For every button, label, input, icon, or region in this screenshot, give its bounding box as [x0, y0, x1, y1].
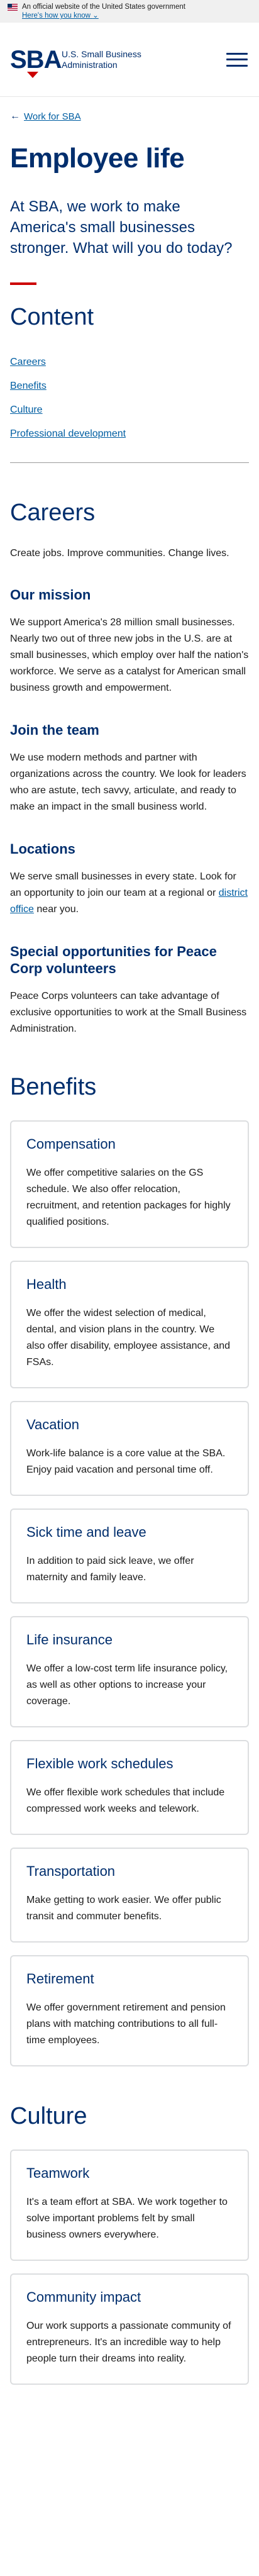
main-content: ← Work for SBA Employee life At SBA, we …: [0, 111, 259, 2385]
card-text: We offer a low-cost term life insurance …: [26, 1663, 228, 1707]
section-divider: [10, 462, 249, 463]
how-you-know-toggle[interactable]: Here's how you know ⌄: [8, 11, 251, 20]
peace-corps-block: Special opportunities for Peace Corp vol…: [10, 943, 249, 1037]
agency-name: U.S. Small Business Administration: [62, 49, 141, 70]
sba-logo-letters: SBA: [10, 45, 62, 74]
culture-cards: Teamwork It's a team effort at SBA. We wo…: [10, 2149, 249, 2385]
peace-corps-text: Peace Corps volunteers can take advantag…: [10, 991, 247, 1034]
page-lead: At SBA, we work to make America's small …: [10, 198, 233, 257]
benefits-cards: Compensation We offer competitive salarie…: [10, 1120, 249, 2066]
toc-link-benefits[interactable]: Benefits: [10, 381, 47, 391]
card-title: Flexible work schedules: [26, 1756, 174, 1771]
benefit-card-transportation: Transportation Make getting to work easie…: [10, 1848, 249, 1943]
toc-item: Benefits: [10, 379, 249, 393]
back-link[interactable]: ← Work for SBA: [10, 111, 249, 122]
toc-link-professional-development[interactable]: Professional development: [10, 428, 126, 439]
accent-divider: [10, 282, 36, 285]
benefits-title: Benefits: [10, 1074, 97, 1100]
card-title: Sick time and leave: [26, 1524, 146, 1540]
careers-section: Careers Create jobs. Improve communities…: [10, 498, 249, 1037]
benefit-card-vacation: Vacation Work-life balance is a core valu…: [10, 1401, 249, 1496]
agency-name-line2: Administration: [62, 59, 118, 70]
card-title: Vacation: [26, 1417, 79, 1432]
hamburger-icon-line: [226, 64, 248, 67]
chevron-down-icon: ⌄: [92, 12, 99, 20]
gov-banner: An official website of the United States…: [0, 0, 259, 23]
card-text: We offer competitive salaries on the GS …: [26, 1168, 231, 1227]
table-of-contents: Careers Benefits Culture Professional de…: [10, 355, 249, 441]
benefit-card-life-insurance: Life insurance We offer a low-cost term l…: [10, 1616, 249, 1727]
logo-triangle-icon: [27, 71, 38, 78]
card-text: In addition to paid sick leave, we offer…: [26, 1556, 194, 1583]
card-text: Our work supports a passionate community…: [26, 2321, 231, 2364]
gov-banner-row: An official website of the United States…: [8, 3, 251, 11]
sba-logo-mark: SBA: [10, 44, 62, 78]
arrow-left-icon: ←: [10, 111, 20, 121]
card-text: We offer flexible work schedules that in…: [26, 1787, 225, 1814]
toc-title: Content: [10, 304, 94, 330]
peace-corps-title: Special opportunities for Peace Corp vol…: [10, 944, 217, 976]
locations-title: Locations: [10, 841, 75, 857]
back-link-label[interactable]: Work for SBA: [24, 111, 81, 122]
culture-card-community-impact: Community impact Our work supports a pass…: [10, 2273, 249, 2385]
card-title: Teamwork: [26, 2165, 90, 2181]
careers-intro: Create jobs. Improve communities. Change…: [10, 548, 229, 559]
locations-text-before: We serve small businesses in every state…: [10, 871, 236, 898]
join-block: Join the team We use modern methods and …: [10, 722, 249, 815]
card-text: Work-life balance is a core value at the…: [26, 1448, 226, 1475]
site-header: SBA U.S. Small Business Administration: [0, 23, 259, 97]
card-text: We offer the widest selection of medical…: [26, 1308, 231, 1368]
card-title: Health: [26, 1276, 67, 1292]
card-title: Transportation: [26, 1863, 116, 1879]
card-title: Retirement: [26, 1971, 94, 1987]
us-flag-icon: [8, 3, 18, 11]
mission-text: We support America's 28 million small bu…: [10, 617, 249, 693]
card-text: It's a team effort at SBA. We work toget…: [26, 2197, 228, 2240]
culture-title: Culture: [10, 2103, 87, 2129]
card-title: Compensation: [26, 1136, 116, 1152]
careers-title: Careers: [10, 499, 96, 526]
benefits-section: Benefits Compensation We offer competitiv…: [10, 1073, 249, 2066]
hamburger-icon-line: [226, 59, 248, 60]
mission-block: Our mission We support America's 28 mill…: [10, 586, 249, 696]
menu-button[interactable]: [226, 51, 248, 69]
how-you-know-label: Here's how you know: [22, 12, 91, 20]
join-title: Join the team: [10, 722, 99, 738]
culture-card-teamwork: Teamwork It's a team effort at SBA. We wo…: [10, 2149, 249, 2261]
locations-text-after: near you.: [33, 904, 79, 915]
sba-logo[interactable]: SBA U.S. Small Business Administration: [10, 44, 141, 78]
hamburger-icon-line: [226, 52, 248, 55]
card-text: Make getting to work easier. We offer pu…: [26, 1895, 221, 1922]
benefit-card-compensation: Compensation We offer competitive salarie…: [10, 1120, 249, 1248]
join-text: We use modern methods and partner with o…: [10, 752, 246, 812]
benefit-card-sick-time: Sick time and leave In addition to paid s…: [10, 1508, 249, 1603]
card-title: Life insurance: [26, 1632, 113, 1648]
page-title: Employee life: [10, 143, 185, 174]
culture-section: Culture Teamwork It's a team effort at SB…: [10, 2102, 249, 2385]
toc-link-careers[interactable]: Careers: [10, 357, 46, 367]
toc-link-culture[interactable]: Culture: [10, 404, 43, 415]
benefit-card-flexible-schedules: Flexible work schedules We offer flexible…: [10, 1740, 249, 1835]
toc-item: Culture: [10, 403, 249, 417]
benefit-card-health: Health We offer the widest selection of m…: [10, 1261, 249, 1388]
toc-item: Professional development: [10, 427, 249, 441]
agency-name-line1: U.S. Small Business: [62, 48, 141, 59]
official-website-text: An official website of the United States…: [22, 3, 185, 11]
benefit-card-retirement: Retirement We offer government retirement…: [10, 1955, 249, 2066]
locations-text: We serve small businesses in every state…: [10, 869, 249, 918]
card-text: We offer government retirement and pensi…: [26, 2002, 226, 2046]
card-title: Community impact: [26, 2289, 141, 2305]
locations-block: Locations We serve small businesses in e…: [10, 840, 249, 918]
toc-item: Careers: [10, 355, 249, 369]
mission-title: Our mission: [10, 587, 91, 603]
